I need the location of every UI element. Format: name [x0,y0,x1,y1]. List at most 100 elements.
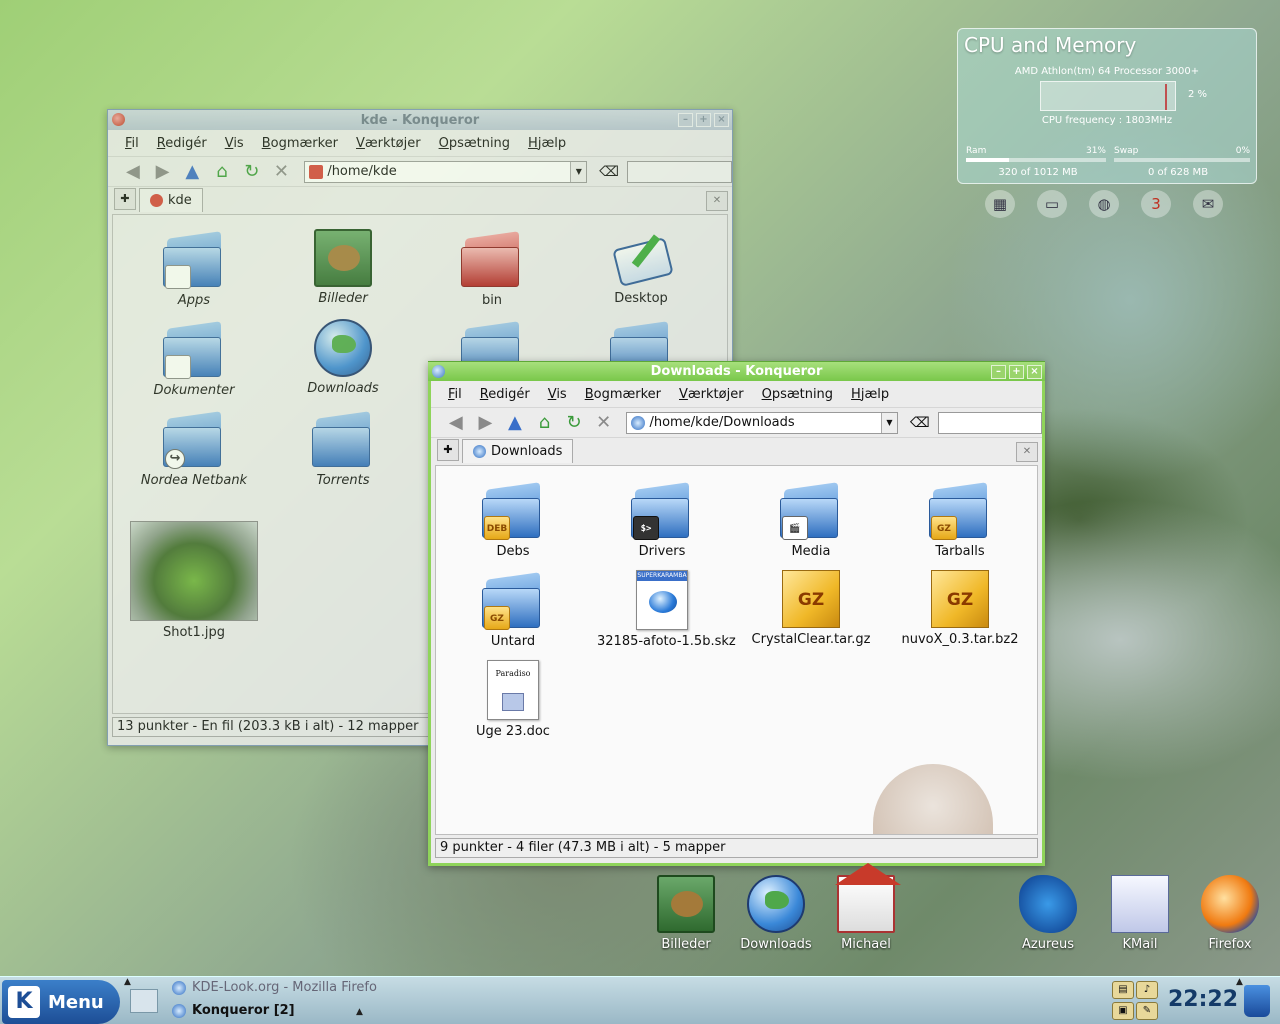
home-folder-icon [309,164,324,179]
notes-icon[interactable]: ✎ [1136,1002,1158,1020]
menu-bogmaerker[interactable]: Bogmærker [253,136,347,151]
desktop-icon-label: Firefox [1208,937,1252,952]
tab-downloads[interactable]: Downloads [462,439,574,463]
folder-item[interactable]: Billeder [278,229,408,306]
home-icon[interactable]: ⌂ [532,411,558,435]
folder-item[interactable]: Downloads [278,319,408,396]
close-tab-button[interactable]: ✕ [706,191,728,211]
clock[interactable]: 22:22 [1168,987,1238,1012]
desktop-icon-azureus[interactable]: Azureus [1008,875,1088,952]
folder-item[interactable]: 🎬 Media [746,480,876,559]
minimize-button[interactable]: – [991,365,1006,379]
k-menu-button[interactable]: K Menu [2,980,120,1024]
menu-vaerktojer[interactable]: Værktøjer [347,136,430,151]
stop-icon[interactable]: ✕ [269,160,295,184]
up-arrow-icon[interactable]: ▲ [179,160,205,184]
konqueror-app-icon[interactable] [432,365,445,378]
file-item[interactable]: SUPERKARAMBA 32185-afoto-1.5b.skz [597,570,736,649]
minimize-button[interactable]: – [678,113,693,127]
stop-icon[interactable]: ✕ [591,411,617,435]
panel-up-arrow-icon[interactable]: ▲ [124,977,131,987]
menu-vaerktojer[interactable]: Værktøjer [670,387,753,402]
new-tab-button[interactable]: ✚ [114,188,136,210]
menu-opsaetning[interactable]: Opsætning [753,387,842,402]
file-item[interactable]: Paradiso Uge 23.doc [448,660,578,739]
menu-bogmaerker[interactable]: Bogmærker [576,387,670,402]
tab-kde[interactable]: kde [139,188,203,212]
konqueror-window-downloads[interactable]: Downloads - Konqueror – + × Fil Redigér … [428,361,1045,866]
desktop-icon-firefox[interactable]: Firefox [1190,875,1270,952]
volume-icon[interactable]: ♪ [1136,981,1158,999]
task-firefox[interactable]: KDE-Look.org - Mozilla Firefo [172,980,377,995]
desktop-icon-downloads[interactable]: Downloads [736,875,816,952]
task-group-arrow-icon[interactable]: ▲ [356,1007,363,1017]
maximize-button[interactable]: + [1009,365,1024,379]
file-item[interactable]: GZ CrystalClear.tar.gz [746,570,876,647]
desktop-icon-kmail[interactable]: KMail [1100,875,1180,952]
konqueror-app-icon[interactable] [112,113,125,126]
trash-icon[interactable] [1244,985,1270,1017]
new-tab-button[interactable]: ✚ [437,439,459,461]
menu-vis[interactable]: Vis [539,387,576,402]
clear-location-icon[interactable]: ⌫ [910,415,930,431]
show-desktop-icon[interactable] [130,989,158,1013]
menu-rediger[interactable]: Redigér [471,387,539,402]
folder-item[interactable]: GZ Tarballs [895,480,1025,559]
menu-vis[interactable]: Vis [216,136,253,151]
file-item[interactable]: Shot1.jpg [129,521,259,640]
menu-fil[interactable]: Fil [116,136,148,151]
back-arrow-icon[interactable]: ◀ [443,411,469,435]
location-dropdown-arrow[interactable]: ▼ [570,161,587,182]
gz-archive-icon: GZ [931,516,957,540]
reload-icon[interactable]: ↻ [239,160,265,184]
search-input[interactable] [937,411,1043,434]
network-monitor-icon[interactable]: ▣ [1112,1002,1134,1020]
folder-item[interactable]: Dokumenter [129,319,259,398]
home-icon[interactable]: ⌂ [209,160,235,184]
up-arrow-icon[interactable]: ▲ [502,411,528,435]
clear-location-icon[interactable]: ⌫ [599,164,619,180]
folder-item[interactable]: Torrents [278,409,408,488]
back-arrow-icon[interactable]: ◀ [120,160,146,184]
folder-item[interactable]: GZ Untard [448,570,578,649]
desktop-icon-michael[interactable]: Michael [826,863,906,952]
close-tab-button[interactable]: ✕ [1016,442,1038,462]
window-titlebar[interactable]: Downloads - Konqueror – + × [428,361,1045,381]
panel-up-arrow-icon[interactable]: ▲ [1236,977,1243,987]
location-field[interactable]: /home/kde ▼ [304,160,588,183]
menu-opsaetning[interactable]: Opsætning [430,136,519,151]
folder-item[interactable]: ↪ Nordea Netbank [129,409,259,488]
search-input[interactable] [627,160,732,183]
menu-fil[interactable]: Fil [439,387,471,402]
location-dropdown-arrow[interactable]: ▼ [880,412,897,433]
location-field[interactable]: /home/kde/Downloads ▼ [626,411,898,434]
window-titlebar[interactable]: kde - Konqueror – + × [108,110,732,130]
menu-hjaelp[interactable]: Hjælp [842,387,898,402]
folder-item[interactable]: DEB Debs [448,480,578,559]
folder-item[interactable]: $> Drivers [597,480,727,559]
item-label: Downloads [307,381,379,396]
menu-rediger[interactable]: Redigér [148,136,216,151]
forward-arrow-icon[interactable]: ▶ [473,411,499,435]
reload-icon[interactable]: ↻ [561,411,587,435]
file-view[interactable]: DEB Debs $> Drivers 🎬 Media GZ Tarballs … [435,465,1038,835]
drive-icon[interactable]: ▭ [1037,190,1067,218]
close-button[interactable]: × [1027,365,1042,379]
folder-item[interactable]: Apps [129,229,259,308]
task-konqueror[interactable]: Konqueror [2] [172,1003,295,1018]
folder-item[interactable]: Desktop [576,229,706,306]
calendar-icon[interactable]: 3 [1141,190,1171,218]
item-label: Uge 23.doc [476,724,550,739]
desktop-icon-billeder[interactable]: Billeder [646,875,726,952]
close-button[interactable]: × [714,113,729,127]
folder-item[interactable]: bin [427,229,557,308]
maximize-button[interactable]: + [696,113,711,127]
network-icon[interactable]: ◍ [1089,190,1119,218]
file-item[interactable]: GZ nuvoX_0.3.tar.bz2 [895,570,1025,647]
cpu-icon[interactable]: ▦ [985,190,1015,218]
mail-icon[interactable]: ✉ [1193,190,1223,218]
menu-hjaelp[interactable]: Hjælp [519,136,575,151]
clipboard-icon[interactable]: ▤ [1112,981,1134,999]
task-label: KDE-Look.org - Mozilla Firefo [192,980,377,995]
forward-arrow-icon[interactable]: ▶ [150,160,176,184]
